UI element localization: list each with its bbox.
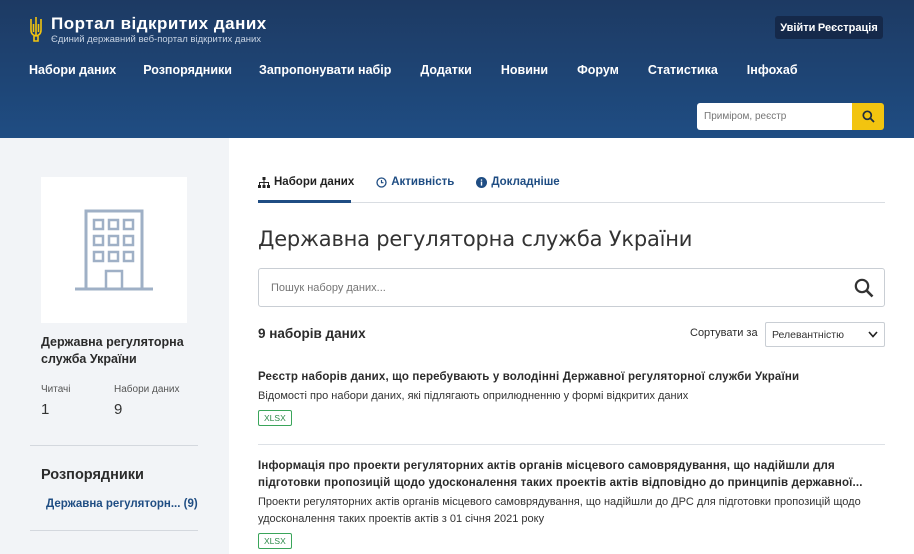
clock-icon [376,176,387,188]
org-tabs: Набори даних Активність Докладніше [258,172,560,192]
datasets-label: Набори даних [114,384,180,395]
sort-value: Релевантністю [772,328,844,341]
nav-news[interactable]: Новини [501,63,548,77]
dataset-count: 9 наборів даних [258,326,366,341]
active-tab-indicator [258,200,351,203]
sidebar: Державна регуляторна служба України Чита… [0,138,229,554]
building-icon [75,209,153,291]
nav-apps[interactable]: Додатки [420,63,471,77]
chevron-down-icon [868,331,878,338]
datasets-value: 9 [114,401,123,418]
page-title: Державна регуляторна служба України [258,227,693,251]
format-badge[interactable]: XLSX [258,533,292,549]
header-search-button[interactable] [852,103,884,130]
info-icon [476,176,488,188]
nav-publishers[interactable]: Розпорядники [143,63,232,77]
followers-label: Читачі [41,384,71,395]
search-icon [861,110,875,123]
nav-suggest-dataset[interactable]: Запропонувати набір [259,63,391,77]
header-search [697,103,884,130]
dataset-search [258,268,885,307]
sort-label: Сортувати за [690,327,758,339]
format-badge[interactable]: XLSX [258,410,292,426]
followers-value: 1 [41,401,50,418]
register-link[interactable]: Реєстрація [818,22,878,34]
org-image [41,177,187,323]
tab-activity[interactable]: Активність [376,172,454,192]
dataset-item: Реєстр наборів даних, що перебувають у в… [258,369,885,426]
tab-about-label: Докладніше [491,176,560,188]
sidebar-divider [30,445,198,446]
tab-datasets-label: Набори даних [274,176,355,188]
nav-infohub[interactable]: Інфохаб [747,63,798,77]
tab-activity-label: Активність [391,176,455,188]
tab-datasets[interactable]: Набори даних [258,172,354,192]
nav-statistics[interactable]: Статистика [648,63,718,77]
header-search-input[interactable] [697,103,852,130]
org-name: Державна регуляторна служба України [41,335,184,366]
trident-icon [30,17,42,42]
tabs-underline [258,202,885,203]
sitemap-icon [258,176,270,188]
publisher-link[interactable]: Державна регуляторн... (9) [46,498,198,510]
followers-stat: Читачі 1 [41,384,71,418]
site-header: Портал відкритих даних Єдиний державний … [0,0,914,138]
site-logo[interactable]: Портал відкритих даних Єдиний державний … [29,14,267,46]
dataset-search-input[interactable] [259,269,844,306]
sort-select[interactable]: Релевантністю [765,322,885,347]
item-divider [258,444,885,445]
nav-forum[interactable]: Форум [577,63,619,77]
portal-subtitle: Єдиний державний веб-портал відкритих да… [51,34,262,45]
publishers-heading: Розпорядники [41,467,144,483]
tab-about[interactable]: Докладніше [476,172,560,192]
dataset-description: Відомості про набори даних, які підлягаю… [258,390,689,402]
auth-box: Увійти Реєстрація [775,16,883,39]
datasets-stat: Набори даних 9 [114,384,180,418]
main-nav: Набори даних Розпорядники Запропонувати … [29,63,798,77]
portal-title: Портал відкритих даних [51,14,267,33]
login-link[interactable]: Увійти [780,22,815,34]
search-icon [854,278,874,297]
dataset-item: Інформація про проекти регуляторних акті… [258,458,885,549]
dataset-title[interactable]: Реєстр наборів даних, що перебувають у в… [258,369,885,386]
nav-datasets[interactable]: Набори даних [29,63,116,77]
dataset-search-button[interactable] [844,269,884,306]
dataset-title[interactable]: Інформація про проекти регуляторних акті… [258,458,885,492]
sidebar-divider [30,530,198,531]
dataset-description: Проекти регуляторних актів органів місце… [258,496,861,525]
